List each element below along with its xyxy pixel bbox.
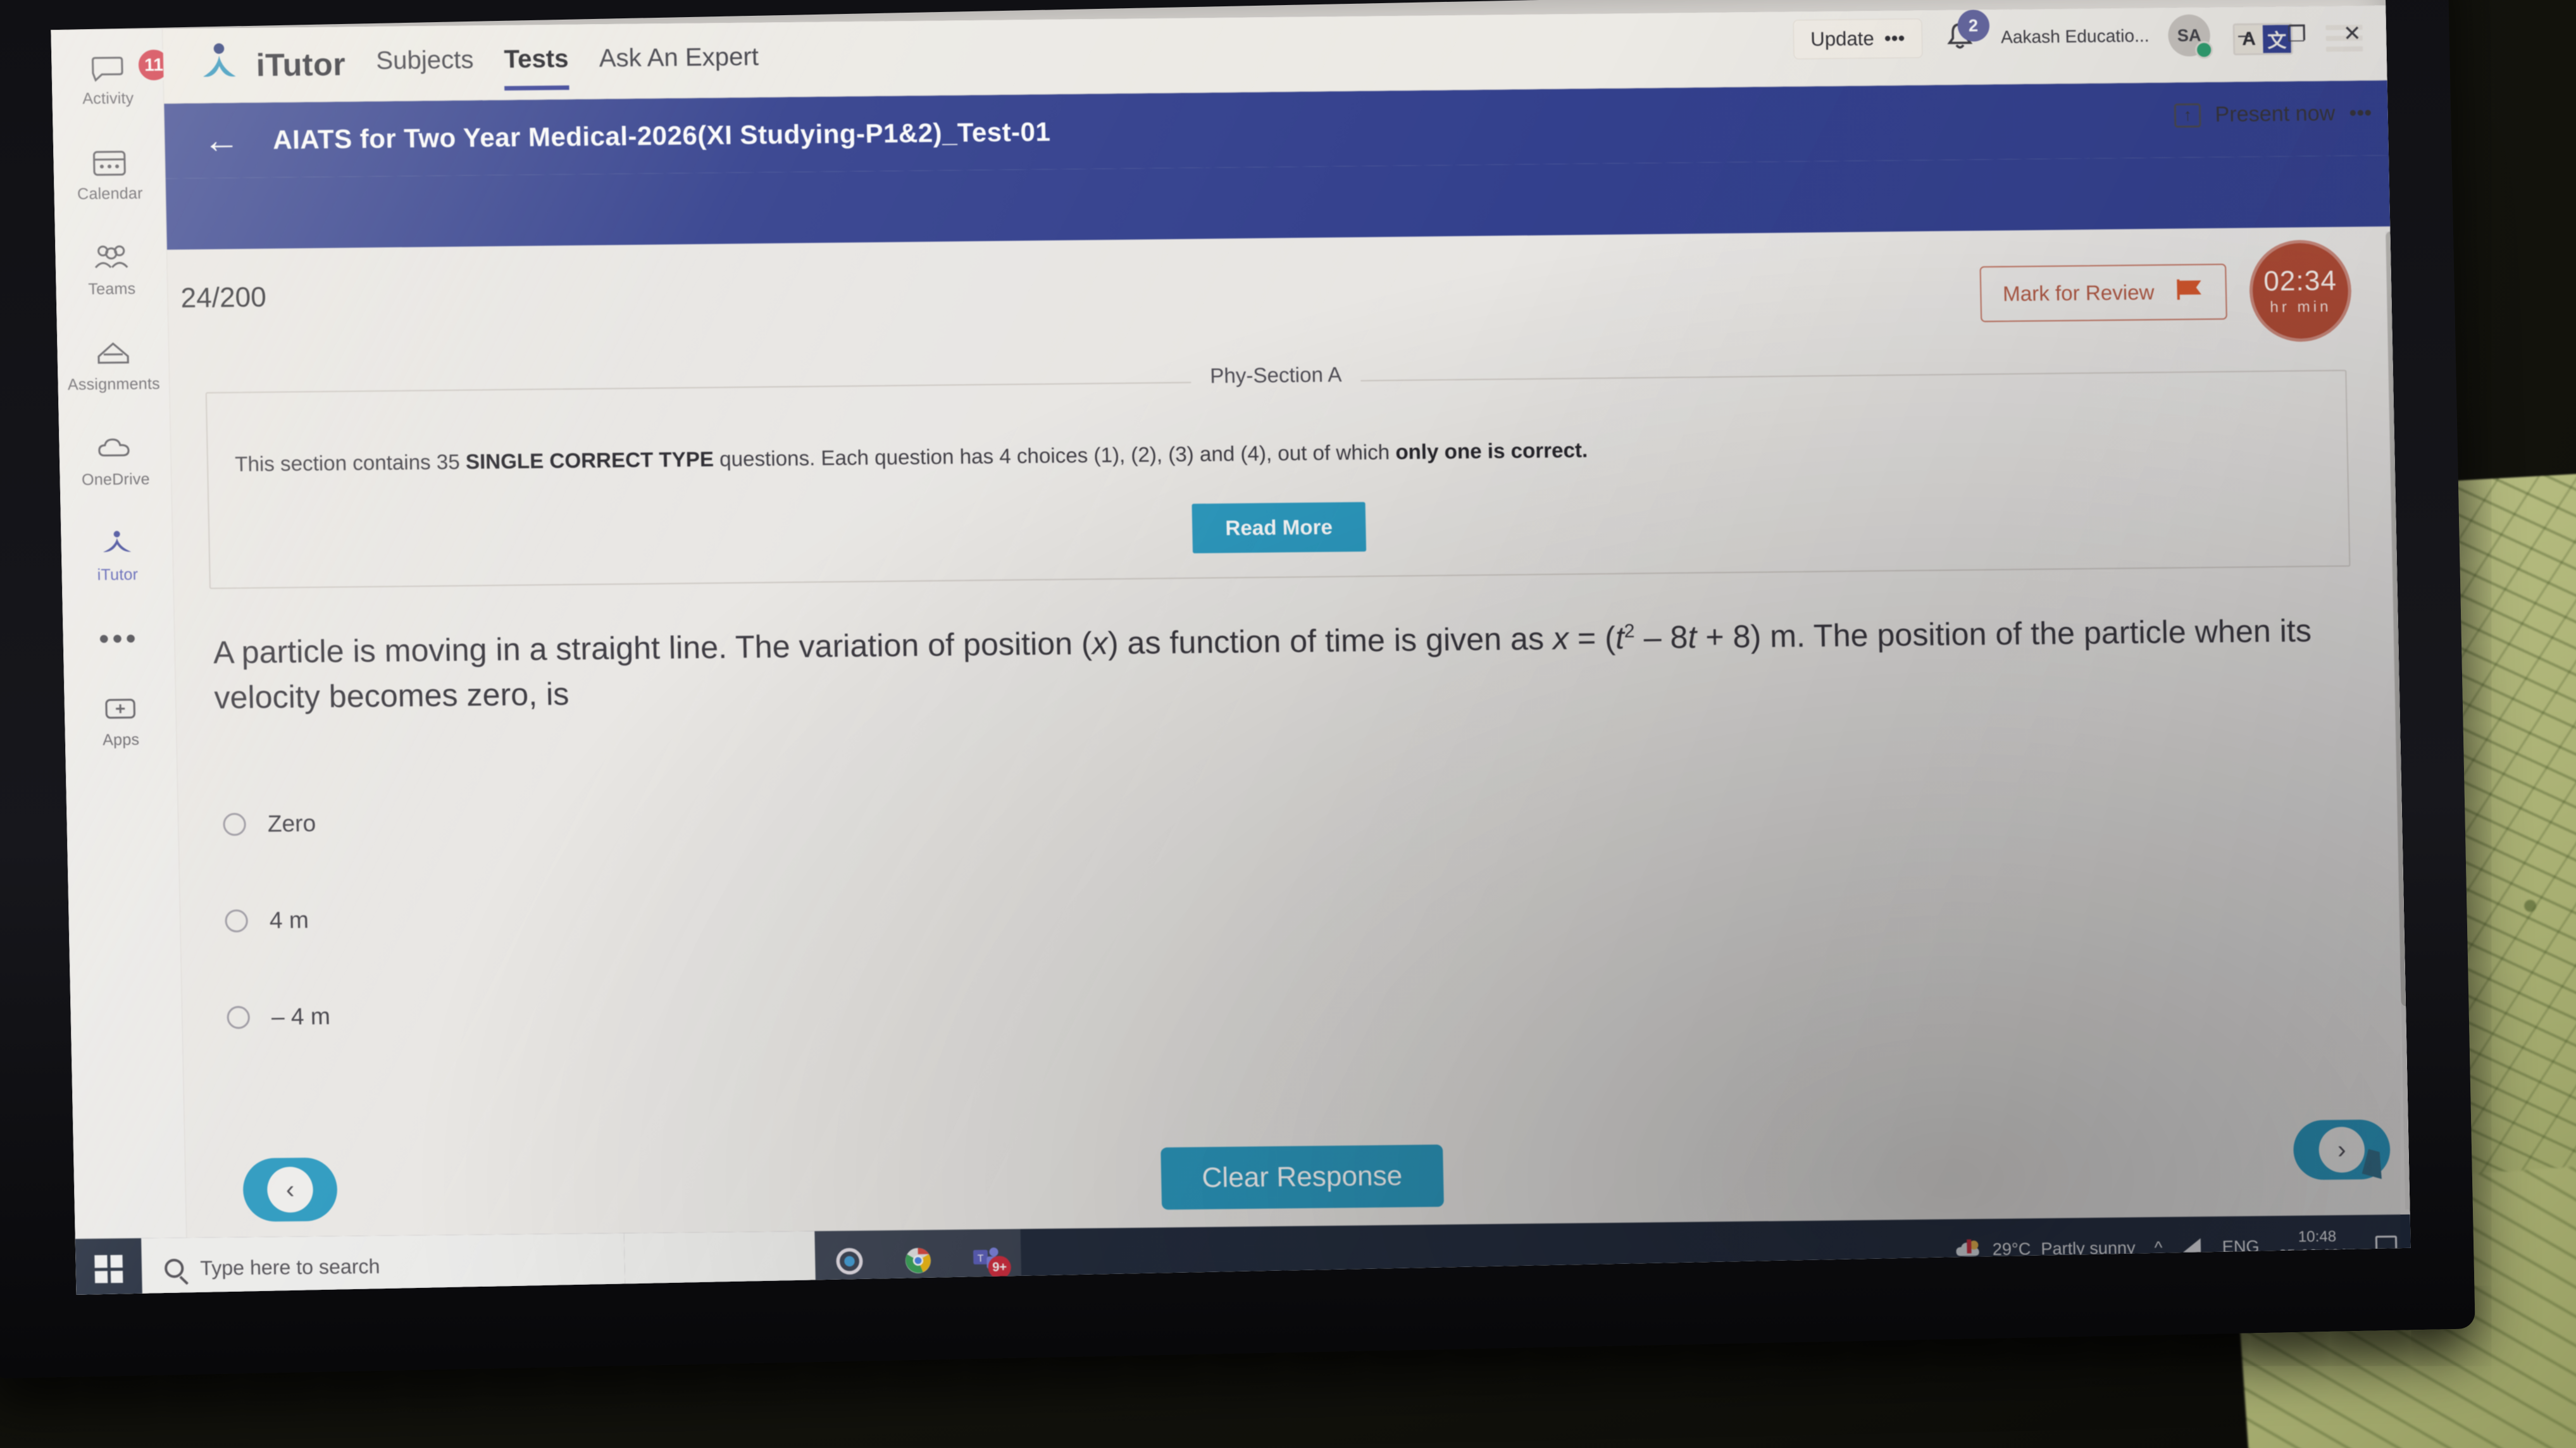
itutor-icon [98,527,135,559]
section-instructions-text: This section contains 35 SINGLE CORRECT … [235,428,2320,478]
sidebar-item-activity[interactable]: 11 Activity [51,31,172,127]
present-overflow-icon[interactable]: ••• [2349,101,2372,126]
sidebar-item-onedrive[interactable]: OneDrive [58,412,172,509]
chevron-right-icon: › [2318,1127,2365,1173]
read-more-button[interactable]: Read More [1192,502,1366,554]
countdown-timer: 02:34 hr min [2248,239,2353,342]
option-label: Zero [267,810,316,837]
section-text-bold2: only one is correct. [1395,438,1588,464]
photo-scene: 11 Activity Calendar Teams Assignments O… [0,0,2576,1448]
sidebar-item-label: Apps [102,730,140,749]
mark-for-review-label: Mark for Review [2002,280,2155,306]
test-title: AIATS for Two Year Medical-2026(XI Study… [272,116,1051,155]
svg-text:T: T [978,1253,984,1264]
question-eq-tail: + 8) m [1696,618,1797,655]
question-eq-t2: t [1687,619,1697,655]
option-row-2[interactable]: 4 m [224,863,1116,969]
laptop-screen: 11 Activity Calendar Teams Assignments O… [51,0,2411,1295]
section-text-bold1: SINGLE CORRECT TYPE [465,447,714,474]
notifications-button[interactable]: 2 [1941,9,1990,58]
search-placeholder: Type here to search [200,1254,380,1280]
teams-icon [92,242,130,274]
organization-name: Aakash Educatio... [2000,25,2150,47]
option-row-3[interactable]: – 4 m [226,960,1117,1066]
option-row-1[interactable]: Zero [222,767,1114,872]
onedrive-icon [96,432,134,464]
close-button[interactable]: ✕ [2334,22,2370,46]
notification-badge: 2 [1957,9,1990,42]
clear-response-button[interactable]: Clear Response [1160,1144,1444,1210]
question-eq-mid: = ( [1568,620,1616,657]
sidebar-item-calendar[interactable]: Calendar [53,127,166,223]
sidebar-item-teams[interactable]: Teams [54,222,168,318]
present-now-row: ↑ Present now ••• [2174,101,2372,128]
sidebar-item-label: Teams [88,279,136,298]
answer-options: Zero 4 m – 4 m [222,767,1117,1065]
test-content-canvas: 24/200 Mark for Review 02:34 hr min Phy-… [167,226,2411,1239]
timer-units: hr min [2270,298,2332,316]
windows-start-icon[interactable] [75,1238,142,1294]
previous-question-button[interactable]: ‹ [242,1157,338,1222]
back-arrow-icon[interactable]: ← [202,120,240,161]
itutor-brand[interactable]: iTutor [199,40,346,89]
question-eq-sup: 2 [1624,621,1635,642]
sidebar-item-apps[interactable]: Apps [64,672,178,769]
flag-icon [2175,278,2204,306]
question-part-b: ) as function of time is given as [1107,621,1553,661]
presence-available-icon [2194,40,2213,59]
present-now-icon: ↑ [2174,102,2201,128]
sidebar-item-assignments[interactable]: Assignments [56,317,170,413]
sidebar-item-label: iTutor [97,565,139,584]
teams-window-controls: Update ••• 2 Aakash Educatio... SA – ❐ ✕ [1557,5,2396,70]
cortana-icon [836,1247,863,1275]
user-avatar[interactable]: SA [2167,14,2213,59]
sidebar-item-itutor[interactable]: iTutor [60,507,174,603]
radio-button-icon[interactable] [223,812,247,836]
section-legend: Phy-Section A [1190,362,1361,388]
screen-content: 11 Activity Calendar Teams Assignments O… [51,5,2411,1295]
assignments-icon [94,337,132,369]
sidebar-more-button[interactable]: ••• [63,603,176,674]
itutor-brand-name: iTutor [256,46,346,83]
question-eq-rest: – 8 [1634,619,1688,656]
update-overflow-icon[interactable]: ••• [1884,27,1905,50]
sidebar-item-label: OneDrive [81,469,151,489]
restore-button[interactable]: ❐ [2278,22,2315,46]
teams-taskbar-badge: 9+ [988,1256,1012,1279]
minimize-button[interactable]: – [2229,23,2260,47]
section-text-part1: This section contains 35 [234,450,466,476]
clock-time: 10:48 [2298,1227,2337,1246]
update-button[interactable]: Update ••• [1793,18,1923,59]
nav-tests[interactable]: Tests [504,45,569,79]
itutor-logo-icon [199,41,240,89]
mark-for-review-button[interactable]: Mark for Review [1979,263,2227,323]
question-eq-t: t [1615,620,1625,656]
radio-button-icon[interactable] [225,909,249,933]
question-part-a: A particle is moving in a straight line.… [213,625,1093,671]
option-label: 4 m [269,907,309,934]
question-counter: 24/200 [180,282,267,314]
section-text-part2: questions. Each question has 4 choices (… [713,440,1396,471]
nav-ask-expert[interactable]: Ask An Expert [599,43,759,78]
chrome-icon [905,1247,931,1273]
apps-plus-icon [102,692,139,724]
nav-subjects[interactable]: Subjects [376,46,474,80]
sidebar-item-label: Activity [82,89,134,108]
activity-icon: 11 [89,46,172,84]
sidebar-item-label: Calendar [77,184,143,203]
present-now-label[interactable]: Present now [2215,101,2336,127]
sidebar-item-label: Assignments [67,374,161,393]
option-label: – 4 m [271,1003,331,1030]
radio-button-icon[interactable] [227,1006,251,1029]
search-icon [164,1258,184,1278]
update-label: Update [1810,27,1875,51]
question-var-x: x [1092,625,1109,662]
question-toolbar: Mark for Review 02:34 hr min [1979,239,2353,345]
timer-value: 02:34 [2263,265,2337,297]
question-eq-x: x [1552,620,1569,657]
calendar-icon [90,146,128,178]
chevron-left-icon: ‹ [266,1166,314,1213]
section-instructions-box: Phy-Section A This section contains 35 S… [205,362,2351,590]
question-text: A particle is moving in a straight line.… [213,608,2348,721]
